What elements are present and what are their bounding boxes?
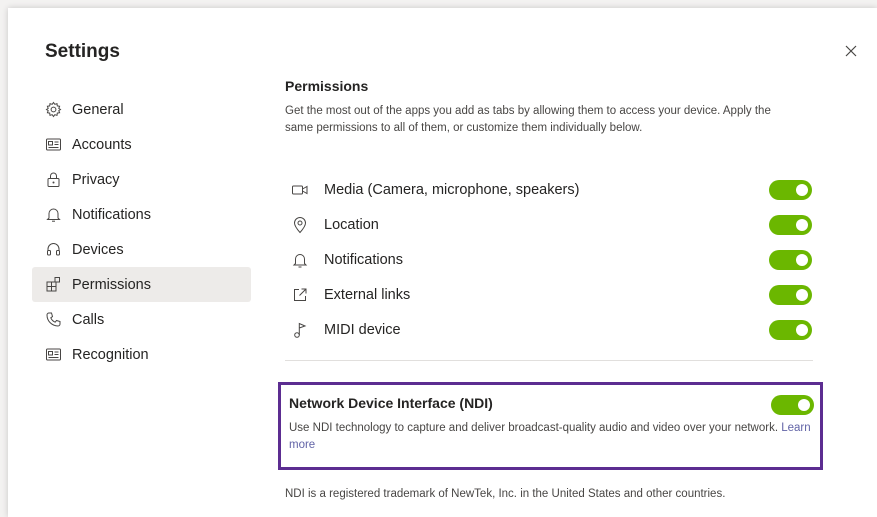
sidebar-item-general[interactable]: General — [32, 92, 251, 127]
toggle-knob — [796, 254, 808, 266]
sidebar-item-label: Accounts — [72, 136, 132, 153]
permission-label: External links — [324, 286, 411, 303]
media-toggle[interactable] — [769, 180, 812, 200]
trademark-note: NDI is a registered trademark of NewTek,… — [285, 488, 726, 500]
divider — [285, 360, 813, 361]
camera-icon — [291, 181, 309, 199]
toggle-knob — [796, 289, 808, 301]
external-link-icon — [291, 286, 309, 304]
permission-row-midi: MIDI device — [285, 312, 815, 347]
location-toggle[interactable] — [769, 215, 812, 235]
sidebar-item-label: General — [72, 101, 124, 118]
permission-label: Media (Camera, microphone, speakers) — [324, 181, 580, 198]
sidebar-item-privacy[interactable]: Privacy — [32, 162, 251, 197]
notifications-toggle[interactable] — [769, 250, 812, 270]
bell-icon — [291, 251, 309, 269]
sidebar-item-calls[interactable]: Calls — [32, 302, 251, 337]
sidebar-item-devices[interactable]: Devices — [32, 232, 251, 267]
ndi-toggle[interactable] — [771, 395, 814, 415]
ndi-description-text: Use NDI technology to capture and delive… — [289, 422, 779, 434]
ndi-title: Network Device Interface (NDI) — [289, 395, 493, 411]
lock-icon — [45, 171, 62, 188]
permission-label: Notifications — [324, 251, 403, 268]
dialog-title: Settings — [45, 41, 120, 62]
bell-icon — [45, 206, 62, 223]
section-title: Permissions — [285, 78, 369, 94]
sidebar-item-label: Recognition — [72, 346, 149, 363]
sidebar-item-accounts[interactable]: Accounts — [32, 127, 251, 162]
permissions-panel: Permissions Get the most out of the apps… — [278, 78, 823, 500]
permission-list: Media (Camera, microphone, speakers) Loc… — [285, 172, 815, 347]
midi-toggle[interactable] — [769, 320, 812, 340]
close-icon[interactable] — [842, 42, 860, 60]
external-links-toggle[interactable] — [769, 285, 812, 305]
section-description: Get the most out of the apps you add as … — [285, 105, 771, 134]
permission-row-location: Location — [285, 207, 815, 242]
toggle-knob — [798, 399, 810, 411]
location-pin-icon — [291, 216, 309, 234]
permission-row-notifications: Notifications — [285, 242, 815, 277]
toggle-knob — [796, 184, 808, 196]
sidebar-item-label: Notifications — [72, 206, 151, 223]
sidebar-item-permissions[interactable]: Permissions — [32, 267, 251, 302]
permission-label: Location — [324, 216, 379, 233]
headset-icon — [45, 241, 62, 258]
permission-row-external-links: External links — [285, 277, 815, 312]
sidebar-item-recognition[interactable]: Recognition — [32, 337, 251, 372]
sidebar-item-label: Privacy — [72, 171, 120, 188]
id-card-icon — [45, 346, 62, 363]
settings-sidebar: General Accounts Privacy Notifications D… — [32, 92, 251, 372]
toggle-knob — [796, 324, 808, 336]
permission-row-media: Media (Camera, microphone, speakers) — [285, 172, 815, 207]
phone-icon — [45, 311, 62, 328]
gear-icon — [45, 101, 62, 118]
sidebar-item-notifications[interactable]: Notifications — [32, 197, 251, 232]
settings-dialog: Settings General Accounts Privacy Notifi… — [8, 8, 877, 517]
sidebar-item-label: Calls — [72, 311, 105, 328]
sidebar-item-label: Permissions — [72, 276, 151, 293]
permission-label: MIDI device — [324, 321, 401, 338]
ndi-description: Use NDI technology to capture and delive… — [289, 420, 814, 454]
sidebar-item-label: Devices — [72, 241, 124, 258]
apps-grid-icon — [45, 276, 62, 293]
id-card-icon — [45, 136, 62, 153]
music-note-icon — [291, 321, 309, 339]
ndi-highlight-box: Network Device Interface (NDI) Use NDI t… — [278, 382, 823, 470]
toggle-knob — [796, 219, 808, 231]
